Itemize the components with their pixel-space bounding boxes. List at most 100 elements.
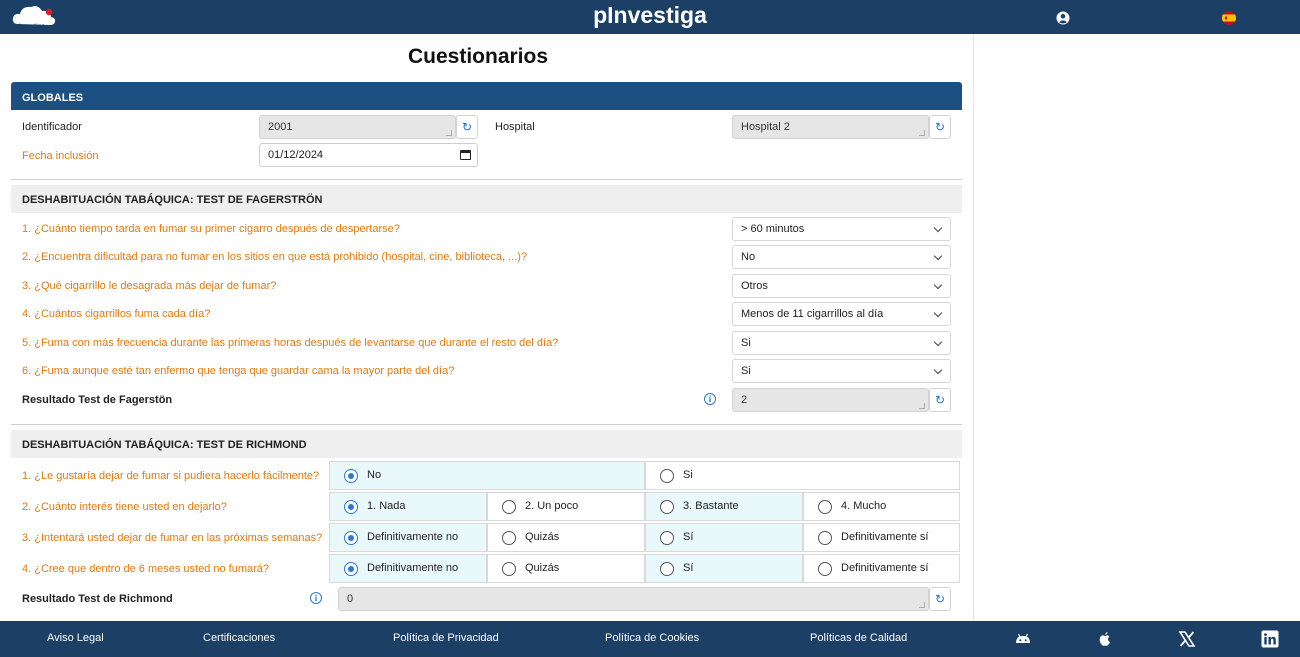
resize-grip-icon (446, 130, 452, 136)
fagerstrom-select-5[interactable]: Si (732, 331, 951, 355)
select-value: No (741, 251, 756, 263)
user-account-icon[interactable] (1056, 11, 1070, 25)
option-label: Quizás (525, 531, 560, 543)
richmond-q1-option-si[interactable]: Si (645, 461, 960, 490)
identificador-label: Identificador (22, 121, 82, 133)
radio-checked-icon[interactable] (344, 469, 358, 483)
radio-unchecked-icon[interactable] (818, 500, 832, 514)
fagerstrom-question-1: 1. ¿Cuánto tiempo tarda en fumar su prim… (22, 223, 400, 235)
richmond-q3-option-1[interactable]: Definitivamente no (329, 523, 487, 552)
identificador-refresh-button[interactable]: ↻ (456, 115, 478, 139)
fagerstrom-question-2: 2. ¿Encuentra dificultad para no fumar e… (22, 251, 528, 263)
fagerstrom-question-6: 6. ¿Fuma aunque esté tan enfermo que ten… (22, 365, 455, 377)
radio-unchecked-icon[interactable] (502, 500, 516, 514)
richmond-q4-option-3[interactable]: Sí (645, 554, 803, 583)
richmond-q2-option-4[interactable]: 4. Mucho (803, 492, 960, 521)
fagerstrom-refresh-button[interactable]: ↻ (929, 388, 951, 412)
richmond-q3-option-4[interactable]: Definitivamente sí (803, 523, 960, 552)
refresh-icon: ↻ (934, 592, 946, 606)
richmond-result-value: 0 (347, 593, 354, 605)
richmond-header: DESHABITUACIÓN TABÁQUICA: TEST DE RICHMO… (11, 430, 962, 458)
fagerstrom-select-2[interactable]: No (732, 245, 951, 269)
fecha-inclusion-label: Fecha inclusión (22, 150, 99, 162)
select-value: Otros (741, 280, 768, 292)
radio-checked-icon[interactable] (344, 500, 358, 514)
footer-link-calidad[interactable]: Políticas de Calidad (810, 632, 907, 644)
fagerstrom-question-3: 3. ¿Qué cigarrillo le desagrada más deja… (22, 280, 277, 292)
hospital-value: Hospital 2 (741, 121, 790, 133)
select-value: Si (741, 365, 751, 377)
richmond-q4-option-1[interactable]: Definitivamente no (329, 554, 487, 583)
x-icon[interactable] (1178, 630, 1196, 648)
chevron-down-icon (933, 251, 943, 261)
option-label: Definitivamente sí (841, 562, 929, 574)
resize-grip-icon (919, 602, 925, 608)
option-label: Sí (683, 531, 694, 543)
fagerstrom-select-1[interactable]: > 60 minutos (732, 217, 951, 241)
fagerstrom-select-4[interactable]: Menos de 11 cigarrillos al día (732, 302, 951, 326)
footer: Aviso Legal Certificaciones Política de … (0, 621, 1300, 657)
top-navbar: pInvestiga pInvestiga (0, 0, 1300, 34)
resize-grip-icon (919, 130, 925, 136)
richmond-q4-option-4[interactable]: Definitivamente sí (803, 554, 960, 583)
radio-unchecked-icon[interactable] (818, 531, 832, 545)
richmond-q2-option-2[interactable]: 2. Un poco (487, 492, 645, 521)
richmond-q3-option-2[interactable]: Quizás (487, 523, 645, 552)
radio-checked-icon[interactable] (344, 562, 358, 576)
right-side-panel (973, 34, 1300, 621)
radio-unchecked-icon[interactable] (818, 562, 832, 576)
refresh-icon: ↻ (934, 120, 946, 134)
hospital-refresh-button[interactable]: ↻ (929, 115, 951, 139)
footer-link-cookies[interactable]: Política de Cookies (605, 632, 699, 644)
footer-link-privacidad[interactable]: Política de Privacidad (393, 632, 499, 644)
radio-unchecked-icon[interactable] (660, 469, 674, 483)
radio-unchecked-icon[interactable] (502, 531, 516, 545)
richmond-q2-option-3[interactable]: 3. Bastante (645, 492, 803, 521)
richmond-result-label: Resultado Test de Richmond (22, 593, 173, 605)
richmond-card: DESHABITUACIÓN TABÁQUICA: TEST DE RICHMO… (11, 430, 962, 621)
radio-unchecked-icon[interactable] (660, 531, 674, 545)
option-label: 1. Nada (367, 500, 406, 512)
fagerstrom-select-3[interactable]: Otros (732, 274, 951, 298)
radio-unchecked-icon[interactable] (660, 562, 674, 576)
linkedin-icon[interactable] (1261, 630, 1279, 648)
spain-flag-icon[interactable] (1222, 11, 1236, 25)
fagerstrom-question-5: 5. ¿Fuma con más frecuencia durante las … (22, 337, 559, 349)
richmond-question-1: 1. ¿Le gustaría dejar de fumar si pudier… (22, 470, 320, 482)
apple-icon[interactable] (1096, 630, 1114, 648)
footer-link-certificaciones[interactable]: Certificaciones (203, 632, 275, 644)
radio-unchecked-icon[interactable] (660, 500, 674, 514)
fagerstrom-result-label: Resultado Test de Fagerstön (22, 394, 173, 406)
identificador-value: 2001 (268, 121, 293, 133)
chevron-down-icon (933, 223, 943, 233)
main-content: Cuestionarios GLOBALES Identificador 200… (0, 34, 973, 621)
fagerstrom-select-6[interactable]: Si (732, 359, 951, 383)
hospital-label: Hospital (495, 121, 535, 133)
option-label: 4. Mucho (841, 500, 887, 512)
calendar-icon[interactable] (460, 150, 471, 160)
fecha-inclusion-value: 01/12/2024 (268, 149, 324, 161)
info-icon[interactable]: i (310, 592, 322, 604)
richmond-q3-option-3[interactable]: Sí (645, 523, 803, 552)
hospital-field: Hospital 2 (732, 115, 929, 139)
android-icon[interactable] (1014, 630, 1032, 648)
richmond-q1-option-no[interactable]: No (329, 461, 645, 490)
radio-checked-icon[interactable] (344, 531, 358, 545)
fecha-inclusion-input[interactable]: 01/12/2024 (259, 143, 478, 167)
option-label: No (367, 469, 382, 481)
select-value: Si (741, 337, 751, 349)
option-label: Definitivamente no (367, 531, 459, 543)
footer-link-aviso-legal[interactable]: Aviso Legal (47, 632, 104, 644)
option-label: Quizás (525, 562, 560, 574)
option-label: Definitivamente sí (841, 531, 929, 543)
radio-unchecked-icon[interactable] (502, 562, 516, 576)
richmond-q2-option-1[interactable]: 1. Nada (329, 492, 487, 521)
chevron-down-icon (933, 365, 943, 375)
info-icon[interactable]: i (704, 393, 716, 405)
fagerstrom-header: DESHABITUACIÓN TABÁQUICA: TEST DE FAGERS… (11, 185, 962, 213)
option-label: 2. Un poco (525, 500, 579, 512)
fagerstrom-result-field: 2 (732, 388, 929, 412)
richmond-q4-option-2[interactable]: Quizás (487, 554, 645, 583)
richmond-refresh-button[interactable]: ↻ (929, 587, 951, 611)
fagerstrom-result-value: 2 (741, 394, 748, 406)
